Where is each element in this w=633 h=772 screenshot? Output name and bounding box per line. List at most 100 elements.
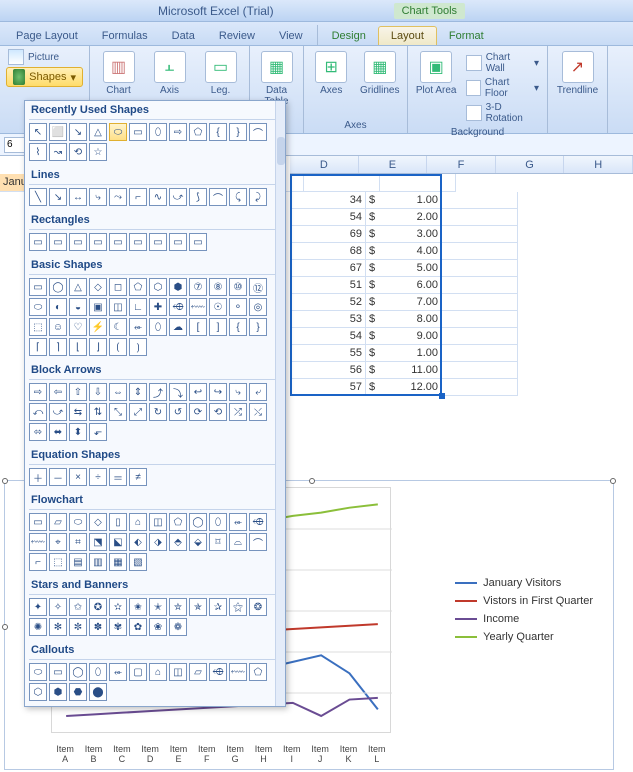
- shape-recent-12[interactable]: ⌇: [29, 143, 47, 161]
- shape-basic-21[interactable]: ☉: [209, 298, 227, 316]
- cell-f[interactable]: [442, 379, 518, 396]
- shape-flow-16[interactable]: ⬕: [109, 533, 127, 551]
- shape-callouts-4[interactable]: ⬰: [109, 663, 127, 681]
- shape-stars-17[interactable]: ✿: [129, 618, 147, 636]
- shape-stars-9[interactable]: ✰: [209, 598, 227, 616]
- shape-stars-1[interactable]: ✧: [49, 598, 67, 616]
- shape-stars-6[interactable]: ✭: [149, 598, 167, 616]
- tab-page-layout[interactable]: Page Layout: [4, 27, 90, 45]
- column-headers[interactable]: D E F G H: [290, 156, 633, 174]
- shape-flow-0[interactable]: ▭: [29, 513, 47, 531]
- cell-d[interactable]: 53: [290, 311, 366, 328]
- fill-handle[interactable]: [439, 393, 445, 399]
- axis-btn[interactable]: ⫠Axis: [147, 48, 192, 96]
- shape-arrows-12[interactable]: ⤺: [29, 403, 47, 421]
- shape-flow-11[interactable]: ⬲: [249, 513, 267, 531]
- shape-recent-0[interactable]: ↖: [29, 123, 47, 141]
- col-g[interactable]: G: [496, 156, 565, 173]
- shape-basic-1[interactable]: ◯: [49, 278, 67, 296]
- table-row[interactable]: 57$12.00: [290, 379, 633, 396]
- shape-arrows-5[interactable]: ⇕: [129, 383, 147, 401]
- cell-d[interactable]: 67: [290, 260, 366, 277]
- shape-basic-7[interactable]: ⬢: [169, 278, 187, 296]
- shape-basic-37[interactable]: ⌉: [49, 338, 67, 356]
- col-f[interactable]: F: [427, 156, 496, 173]
- shape-basic-25[interactable]: ☺: [49, 318, 67, 336]
- shape-stars-7[interactable]: ✮: [169, 598, 187, 616]
- shape-basic-16[interactable]: ◫: [109, 298, 127, 316]
- shape-flow-12[interactable]: ⬳: [29, 533, 47, 551]
- shape-equation-3[interactable]: ÷: [89, 468, 107, 486]
- shape-callouts-9[interactable]: ⬲: [209, 663, 227, 681]
- shape-basic-2[interactable]: △: [69, 278, 87, 296]
- cell-f[interactable]: [442, 209, 518, 226]
- shape-recent-9[interactable]: {: [209, 123, 227, 141]
- cell-e[interactable]: $1.00: [366, 345, 442, 362]
- table-row[interactable]: 34$1.00: [290, 192, 633, 209]
- shape-basic-23[interactable]: ◎: [249, 298, 267, 316]
- cell-f[interactable]: [442, 260, 518, 277]
- chart-wall-button[interactable]: Chart Wall ▾: [464, 51, 541, 75]
- cell-e[interactable]: $7.00: [366, 294, 442, 311]
- shape-basic-10[interactable]: ⑩: [229, 278, 247, 296]
- shape-basic-19[interactable]: ⬲: [169, 298, 187, 316]
- shape-rect-2[interactable]: ▭: [69, 233, 87, 251]
- shape-equation-4[interactable]: ＝: [109, 468, 127, 486]
- shape-flow-29[interactable]: ▧: [129, 553, 147, 571]
- cell-e[interactable]: $8.00: [366, 311, 442, 328]
- shape-flow-4[interactable]: ▯: [109, 513, 127, 531]
- shape-equation-5[interactable]: ≠: [129, 468, 147, 486]
- cell-d[interactable]: 54: [290, 328, 366, 345]
- shape-recent-13[interactable]: ↝: [49, 143, 67, 161]
- shape-callouts-7[interactable]: ◫: [169, 663, 187, 681]
- tab-review[interactable]: Review: [207, 27, 267, 45]
- shape-arrows-27[interactable]: ⬐: [89, 423, 107, 441]
- shape-arrows-6[interactable]: ⤴: [149, 383, 167, 401]
- cell-h-header[interactable]: [380, 174, 456, 192]
- shape-recent-15[interactable]: ☆: [89, 143, 107, 161]
- plot-area-button[interactable]: ▣Plot Area: [414, 48, 458, 96]
- shape-arrows-4[interactable]: ⇔: [109, 383, 127, 401]
- legend-item-yq[interactable]: Yearly Quarter: [455, 631, 593, 643]
- shape-stars-12[interactable]: ✺: [29, 618, 47, 636]
- shape-lines-6[interactable]: ∿: [149, 188, 167, 206]
- shape-arrows-15[interactable]: ⇅: [89, 403, 107, 421]
- table-row[interactable]: 51$6.00: [290, 277, 633, 294]
- shape-basic-15[interactable]: ▣: [89, 298, 107, 316]
- shape-recent-8[interactable]: ⬠: [189, 123, 207, 141]
- shape-basic-18[interactable]: ✚: [149, 298, 167, 316]
- shape-arrows-16[interactable]: ⤡: [109, 403, 127, 421]
- cell-f[interactable]: [442, 243, 518, 260]
- cell-f[interactable]: [442, 192, 518, 209]
- shape-flow-20[interactable]: ⬙: [189, 533, 207, 551]
- shape-basic-30[interactable]: ⬯: [149, 318, 167, 336]
- shape-stars-10[interactable]: ⚝: [229, 598, 247, 616]
- cell-f[interactable]: [442, 345, 518, 362]
- shape-rect-3[interactable]: ▭: [89, 233, 107, 251]
- shape-basic-31[interactable]: ☁: [169, 318, 187, 336]
- axes-button[interactable]: ⊞Axes: [310, 48, 353, 96]
- shape-arrows-23[interactable]: ⤯: [249, 403, 267, 421]
- shape-basic-35[interactable]: }: [249, 318, 267, 336]
- shape-arrows-13[interactable]: ⤻: [49, 403, 67, 421]
- tab-formulas[interactable]: Formulas: [90, 27, 160, 45]
- rotation-button[interactable]: 3-D Rotation: [464, 101, 541, 125]
- legend-item-inc[interactable]: Income: [455, 613, 593, 625]
- shape-stars-13[interactable]: ✻: [49, 618, 67, 636]
- shape-stars-19[interactable]: ❁: [169, 618, 187, 636]
- shape-flow-24[interactable]: ⌐: [29, 553, 47, 571]
- cell-e[interactable]: $12.00: [366, 379, 442, 396]
- shape-arrows-24[interactable]: ⬄: [29, 423, 47, 441]
- shapes-button[interactable]: Shapes ▾: [6, 67, 83, 87]
- shape-basic-39[interactable]: ⌋: [89, 338, 107, 356]
- shape-callouts-5[interactable]: ▢: [129, 663, 147, 681]
- shape-flow-21[interactable]: ⌑: [209, 533, 227, 551]
- cell-e[interactable]: $6.00: [366, 277, 442, 294]
- shape-stars-15[interactable]: ✽: [89, 618, 107, 636]
- shape-equation-1[interactable]: －: [49, 468, 67, 486]
- shape-flow-3[interactable]: ◇: [89, 513, 107, 531]
- tab-layout[interactable]: Layout: [378, 26, 437, 45]
- picture-button[interactable]: Picture: [6, 48, 83, 66]
- shape-arrows-8[interactable]: ↩: [189, 383, 207, 401]
- shape-basic-8[interactable]: ⑦: [189, 278, 207, 296]
